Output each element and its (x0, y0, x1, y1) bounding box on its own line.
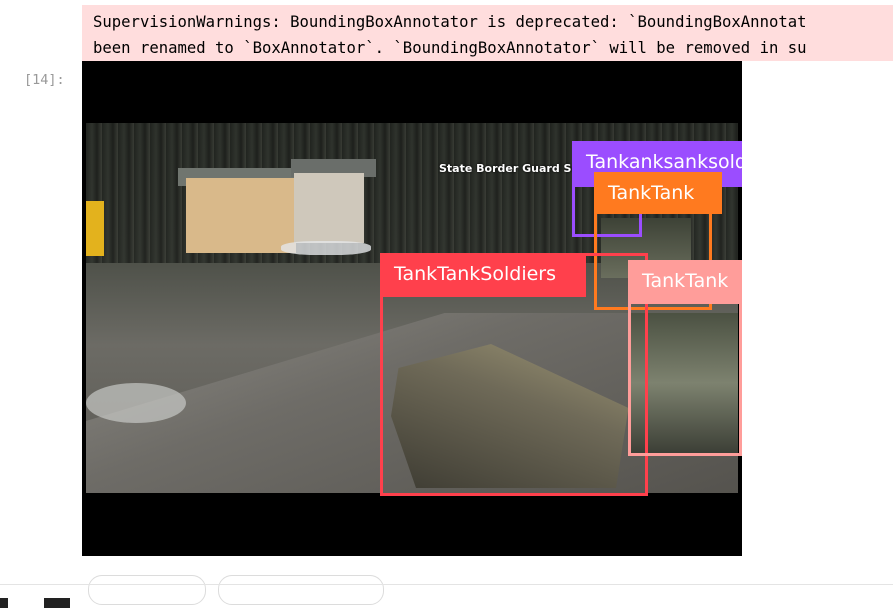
yellow-structure (86, 201, 104, 256)
detection-label-red: TankTankSoldiers (380, 253, 586, 297)
detection-label-orange: TankTank (594, 172, 722, 214)
video-caption: State Border Guard Se (439, 162, 579, 175)
annotated-video-output[interactable]: State Border Guard Se Tankanksanksoldier… (82, 61, 742, 556)
cell-divider (0, 584, 893, 585)
snow-patch (281, 241, 371, 255)
detection-label-pink: TankTank (628, 260, 742, 304)
warning-line-2: been renamed to `BoxAnnotator`. `Boundin… (93, 39, 807, 57)
toolbar-pill-button[interactable] (88, 575, 206, 605)
execution-count-prompt: [14]: (24, 72, 65, 88)
building (186, 178, 296, 253)
code-icon[interactable] (0, 598, 8, 608)
keyboard-icon[interactable] (44, 598, 70, 608)
warning-line-1: SupervisionWarnings: BoundingBoxAnnotato… (93, 13, 807, 31)
snow-patch (86, 383, 186, 423)
stderr-warning-output: SupervisionWarnings: BoundingBoxAnnotato… (82, 5, 893, 61)
toolbar-pill-button[interactable] (218, 575, 384, 605)
building (294, 173, 364, 243)
